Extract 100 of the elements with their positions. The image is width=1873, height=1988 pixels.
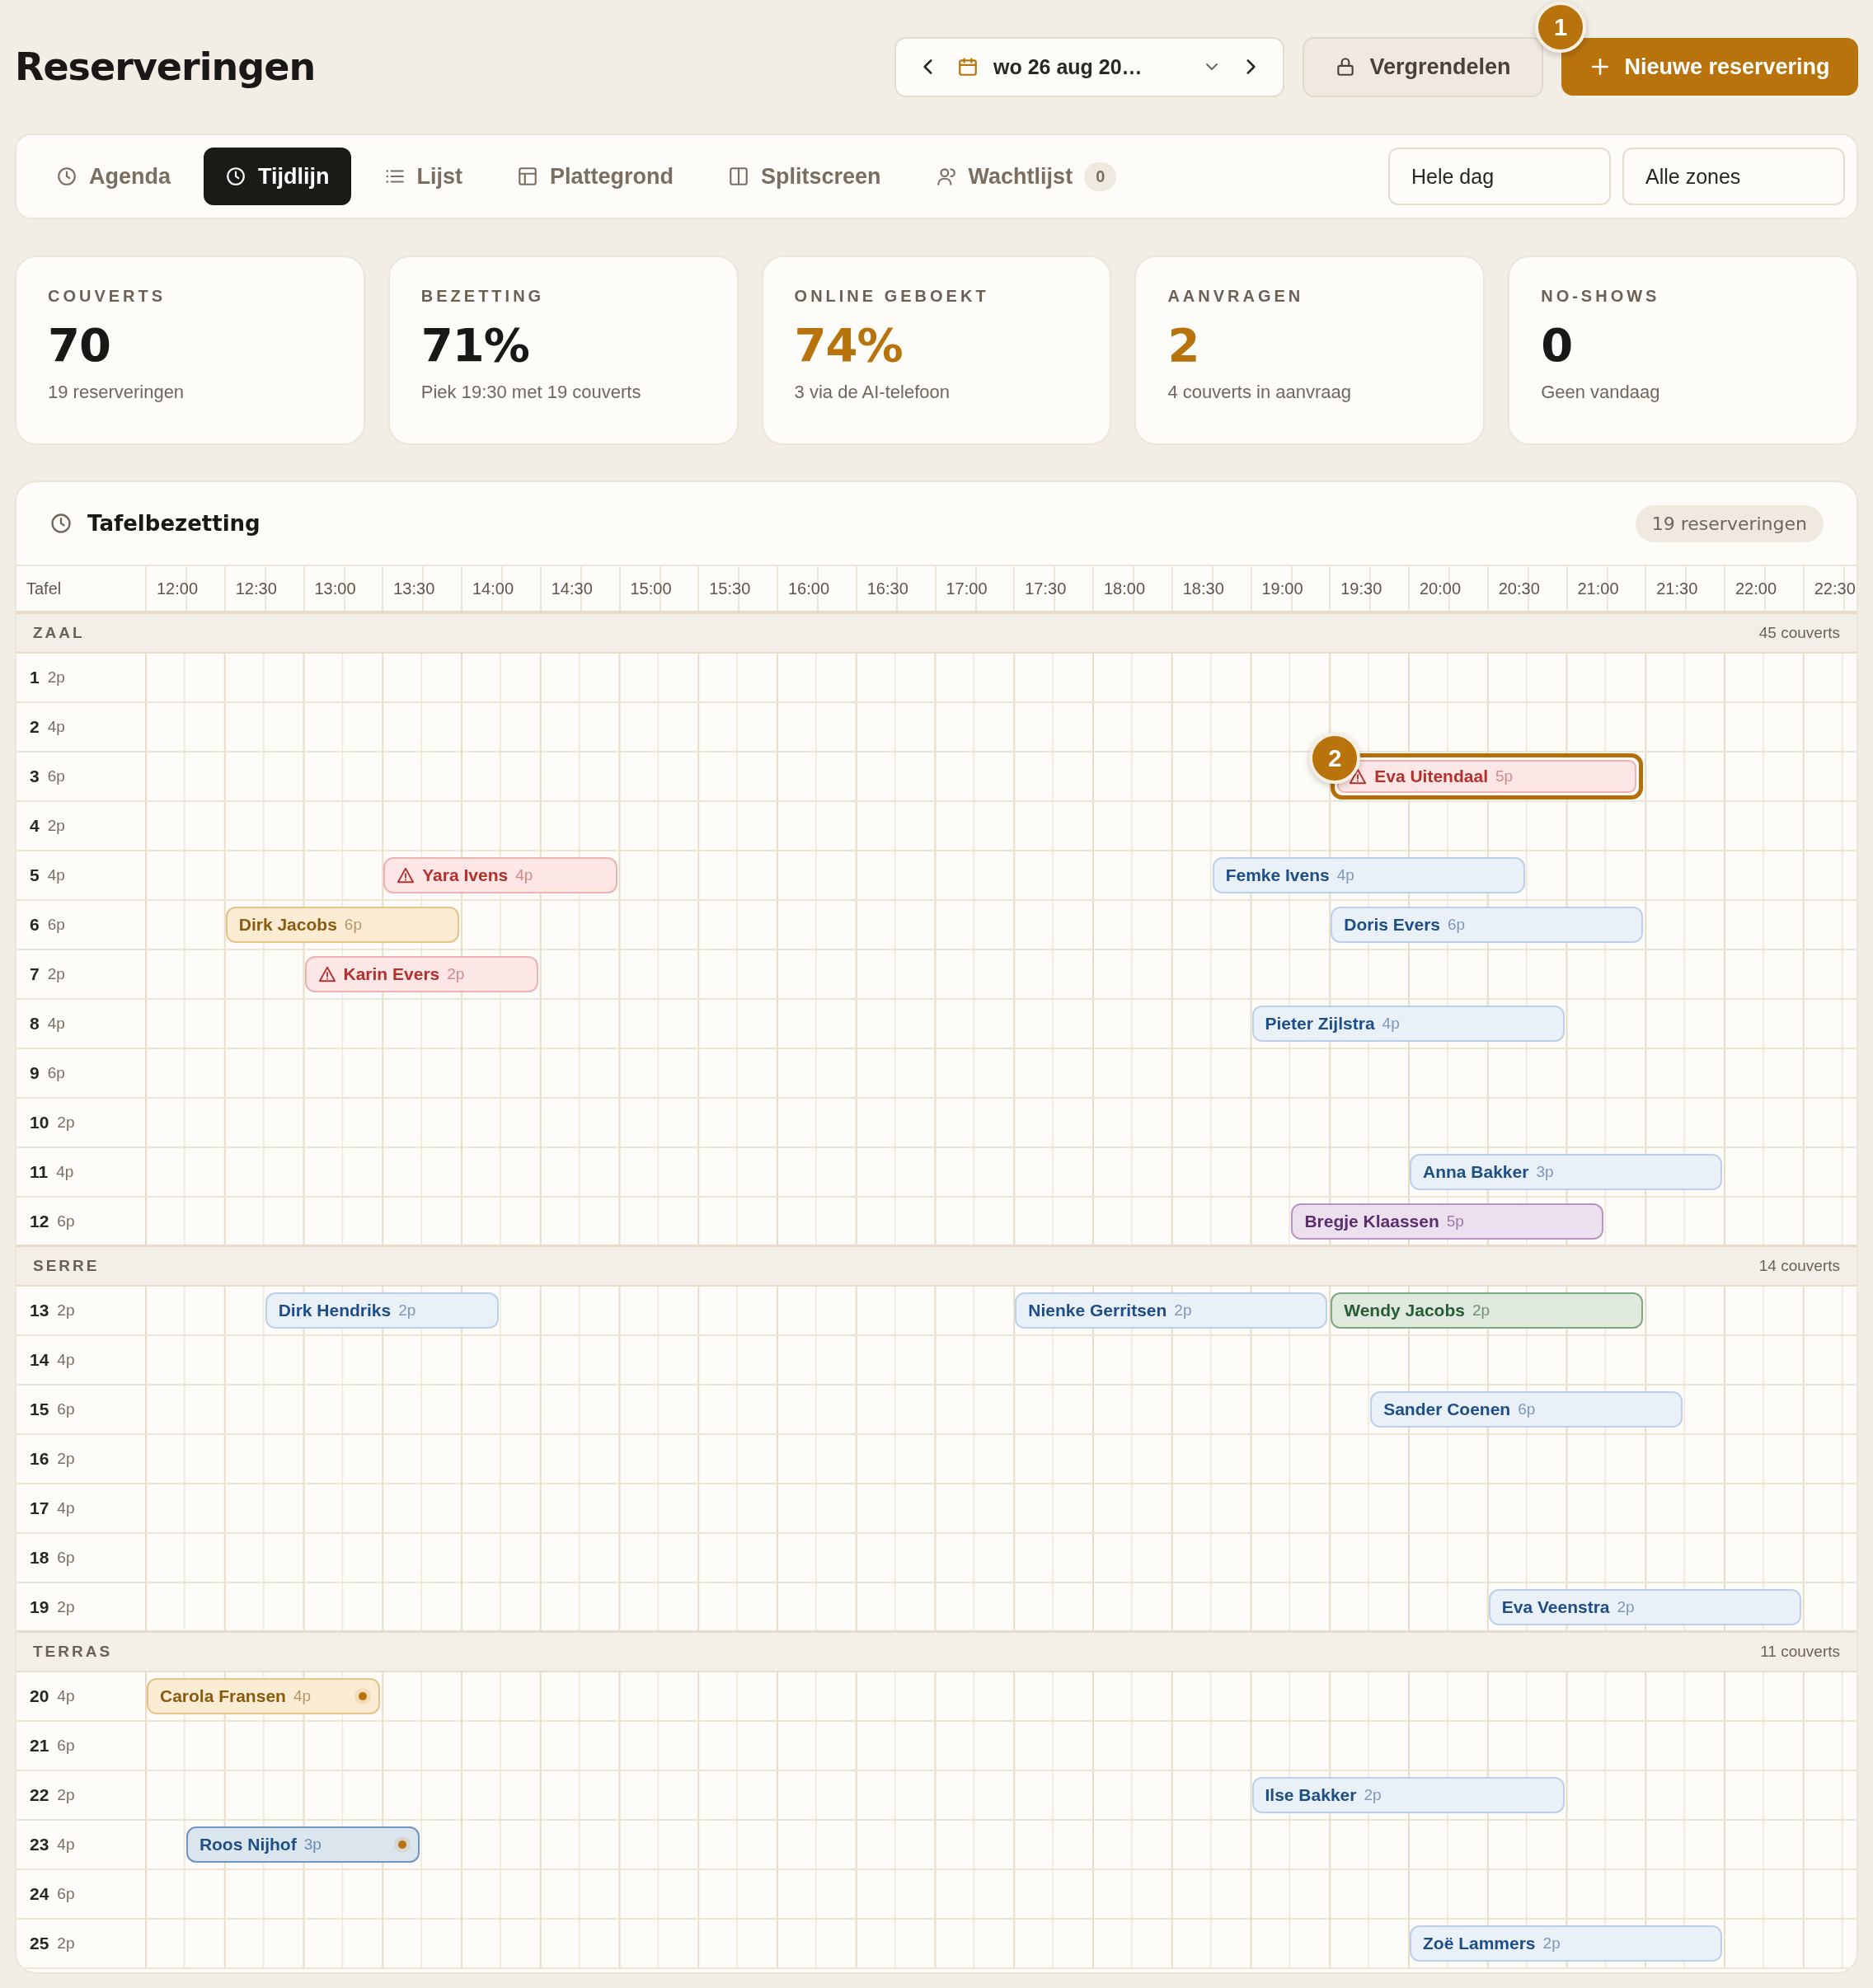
count-badge: 0 xyxy=(1084,162,1117,191)
reservation-block[interactable]: Anna Bakker 3p xyxy=(1410,1154,1722,1190)
section-name: TERRAS xyxy=(33,1643,113,1661)
table-capacity: 2p xyxy=(57,1597,75,1616)
reservation-block[interactable]: Doris Evers 6p xyxy=(1331,907,1644,943)
reservation-block[interactable]: Roos Nijhof 3p xyxy=(185,1826,420,1863)
table-number: 15 xyxy=(30,1400,49,1419)
table-capacity: 4p xyxy=(47,1015,65,1033)
table-number: 4 xyxy=(30,816,40,836)
table-capacity: 6p xyxy=(57,1737,75,1755)
section-name: ZAAL xyxy=(33,624,85,642)
guest-name: Zoë Lammers xyxy=(1423,1934,1536,1953)
covers-count: 11 couverts xyxy=(1760,1643,1840,1661)
view-tab[interactable]: Splitscreen xyxy=(706,148,903,205)
party-size: 6p xyxy=(344,916,362,934)
party-size: 4p xyxy=(515,866,533,884)
reservation-block[interactable]: Karin Evers 2p xyxy=(304,956,538,992)
table-number: 1 xyxy=(30,668,40,687)
reservation-block[interactable]: Ilse Bakker 2p xyxy=(1251,1777,1565,1813)
table-number: 6 xyxy=(30,915,40,935)
lock-button[interactable]: Vergrendelen xyxy=(1303,36,1543,97)
reservation-block[interactable]: Dirk Hendriks 2p xyxy=(265,1292,499,1329)
reservation-block[interactable]: Carola Fransen 4p xyxy=(147,1678,381,1714)
person-icon xyxy=(935,166,957,187)
reservation-block[interactable]: Dirk Jacobs 6p xyxy=(225,907,459,943)
party-size: 4p xyxy=(293,1687,312,1705)
stat-label: BEZETTING xyxy=(420,287,546,306)
table-capacity: 4p xyxy=(57,1687,75,1705)
table-number: 17 xyxy=(30,1498,49,1518)
party-size: 2p xyxy=(1542,1934,1561,1953)
count-badge: 19 reserveringen xyxy=(1635,504,1824,542)
table-capacity: 2p xyxy=(57,1934,75,1953)
stat-label: NO-SHOWS xyxy=(1541,287,1661,306)
layout-icon xyxy=(517,166,539,187)
table-number: 25 xyxy=(30,1934,49,1953)
page-title: Reserveringen xyxy=(15,45,316,89)
reservation-block[interactable]: Nienke Gerritsen 2p xyxy=(1015,1292,1328,1329)
table-number: 24 xyxy=(30,1884,49,1904)
column-header: Tafel xyxy=(26,578,63,599)
view-tab[interactable]: Agenda xyxy=(35,148,192,205)
stat-note: Piek 19:30 met 19 couverts xyxy=(420,382,642,403)
party-size: 5p xyxy=(1495,767,1514,785)
table-number: 2 xyxy=(30,717,40,737)
reservation-block[interactable]: Zoë Lammers 2p xyxy=(1410,1925,1722,1962)
reservation-block[interactable]: Bregje Klaassen 5p xyxy=(1291,1203,1604,1240)
guest-name: Anna Bakker xyxy=(1423,1162,1529,1182)
reservation-block[interactable]: Yara Ivens 4p xyxy=(383,857,617,893)
table-capacity: 6p xyxy=(57,1212,75,1231)
guest-name: Pieter Zijlstra xyxy=(1265,1014,1375,1034)
table-number: 23 xyxy=(30,1835,49,1854)
reservation-block[interactable]: Sander Coenen 6p xyxy=(1370,1391,1683,1428)
guest-name: Femke Ivens xyxy=(1225,865,1330,885)
guest-name: Sander Coenen xyxy=(1383,1400,1511,1419)
table-number: 7 xyxy=(30,964,40,984)
new-reservation-button[interactable]: Nieuwe reservering xyxy=(1561,38,1858,96)
warning-icon xyxy=(397,866,415,884)
view-tab[interactable]: Wachtlijst 0 xyxy=(913,148,1138,205)
reservation-block[interactable]: Pieter Zijlstra 4p xyxy=(1251,1006,1565,1042)
table-capacity: 6p xyxy=(57,1400,75,1418)
date-picker[interactable]: wo 26 aug 20… xyxy=(894,36,1284,97)
table-number: 20 xyxy=(30,1686,49,1706)
guest-name: Ilse Bakker xyxy=(1265,1785,1357,1805)
clock-icon xyxy=(56,166,77,187)
party-size: 2p xyxy=(1364,1786,1382,1804)
filter-dropdown[interactable]: Alle zones xyxy=(1622,148,1845,205)
stat-value: 71% xyxy=(420,322,530,368)
reservation-block[interactable]: Femke Ivens 4p xyxy=(1212,857,1525,893)
stat-note: 19 reserveringen xyxy=(48,382,185,403)
table-capacity: 4p xyxy=(57,1836,75,1854)
table-capacity: 4p xyxy=(57,1351,75,1369)
table-capacity: 2p xyxy=(47,668,65,687)
table-capacity: 6p xyxy=(47,767,65,785)
table-capacity: 6p xyxy=(47,916,65,934)
table-number: 5 xyxy=(30,865,40,885)
view-tab[interactable]: Plattegrond xyxy=(495,148,696,205)
reservation-block[interactable]: Eva Veenstra 2p xyxy=(1488,1589,1801,1625)
table-number: 12 xyxy=(30,1211,49,1231)
table-number: 16 xyxy=(30,1449,49,1469)
guest-name: Eva Uitendaal xyxy=(1374,767,1488,786)
party-size: 2p xyxy=(1174,1301,1192,1320)
table-number: 14 xyxy=(30,1350,49,1370)
guest-name: Karin Evers xyxy=(343,964,440,984)
filter-dropdown[interactable]: Hele dag xyxy=(1388,148,1611,205)
reservation-block[interactable]: Wendy Jacobs 2p xyxy=(1331,1292,1644,1329)
stat-value: 74% xyxy=(794,322,904,368)
party-size: 2p xyxy=(1617,1598,1635,1616)
party-size: 2p xyxy=(1472,1301,1490,1320)
stat-label: COUVERTS xyxy=(48,287,167,306)
section-name: SERRE xyxy=(33,1257,100,1275)
guest-name: Dirk Hendriks xyxy=(278,1301,392,1320)
table-capacity: 6p xyxy=(57,1885,75,1903)
table-number: 13 xyxy=(30,1301,49,1320)
guest-name: Doris Evers xyxy=(1344,915,1440,935)
table-capacity: 2p xyxy=(57,1301,75,1320)
view-tab[interactable]: Lijst xyxy=(362,148,485,205)
covers-count: 14 couverts xyxy=(1758,1257,1840,1275)
table-capacity: 2p xyxy=(47,817,65,835)
view-tab[interactable]: Tijdlijn xyxy=(204,148,351,205)
stat-value: 2 xyxy=(1167,322,1200,368)
stat-note: 3 via de AI-telefoon xyxy=(794,382,951,403)
